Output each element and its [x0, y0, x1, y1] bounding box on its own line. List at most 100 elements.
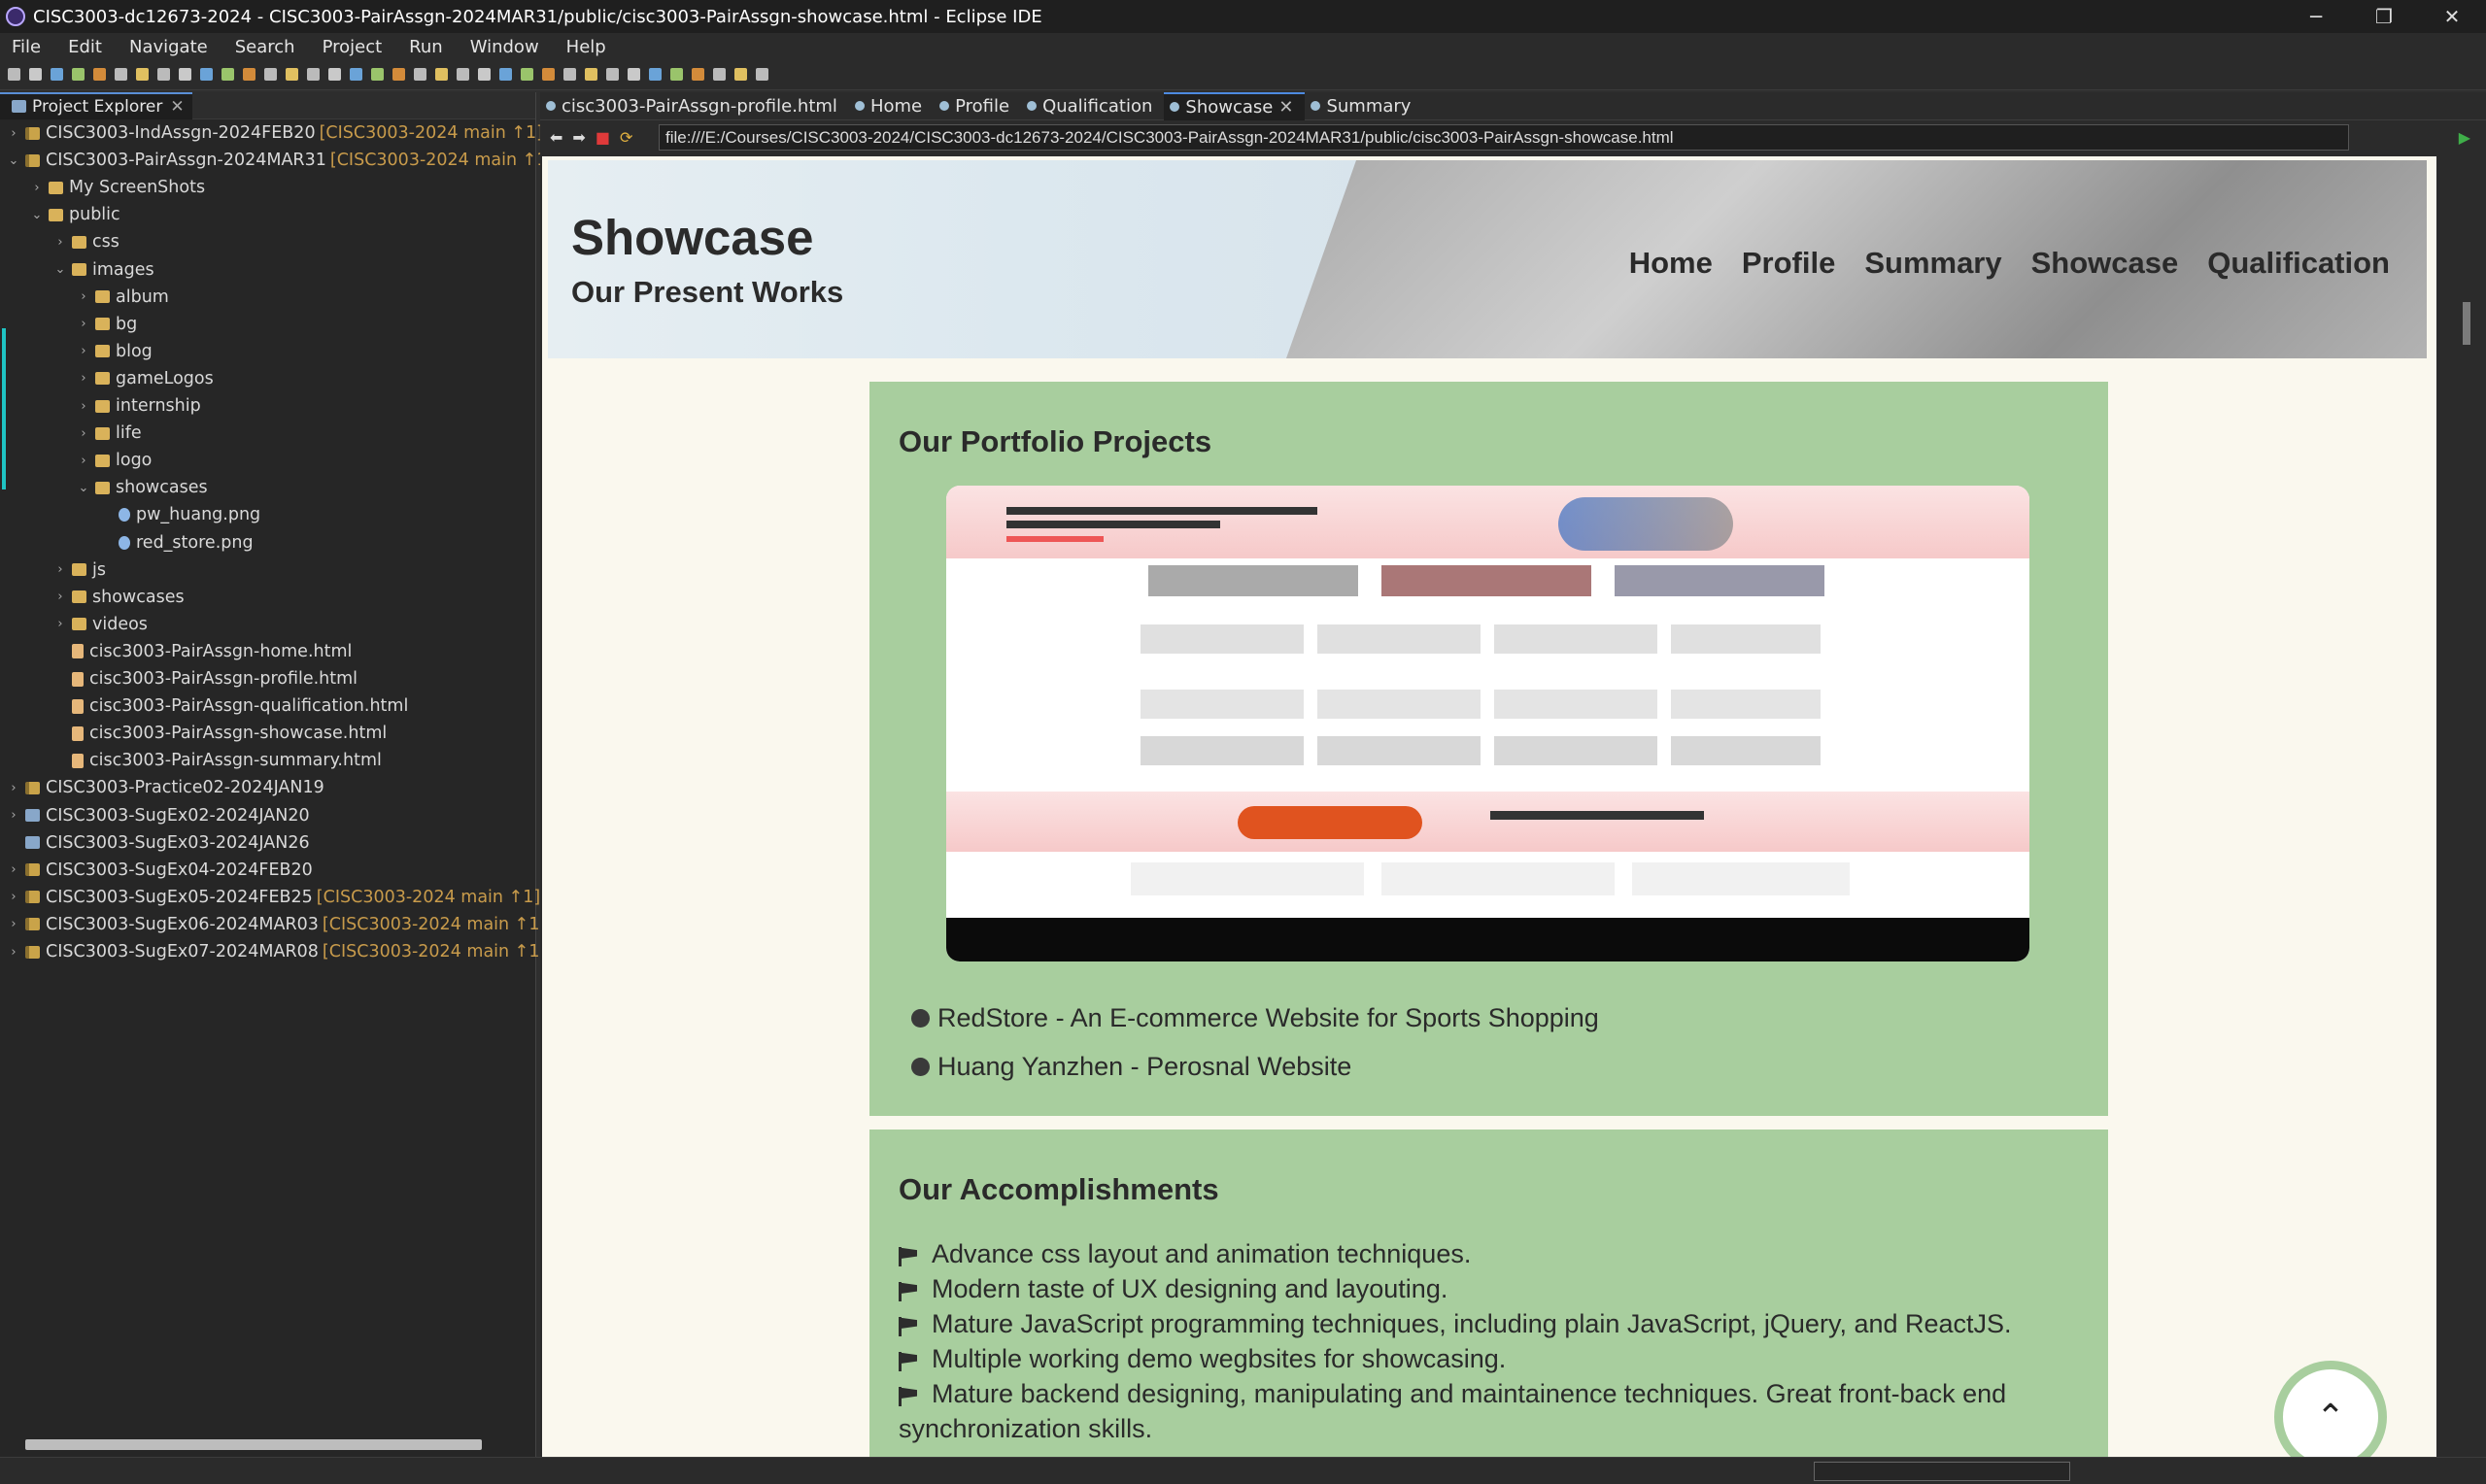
- toolbar-icon[interactable]: [435, 68, 448, 81]
- toolbar-icon[interactable]: [670, 68, 683, 81]
- tree-item[interactable]: › CISC3003-Practice02-2024JAN19: [6, 774, 324, 801]
- tree-item[interactable]: pw_huang.png: [99, 501, 260, 528]
- toolbar-icon[interactable]: [115, 68, 127, 81]
- chevron-right-icon[interactable]: ›: [76, 344, 91, 358]
- tree-item[interactable]: › CISC3003-IndAssgn-2024FEB20 [CISC3003-20…: [6, 119, 543, 147]
- chevron-down-icon[interactable]: ⌄: [52, 262, 68, 277]
- nav-summary[interactable]: Summary: [1864, 246, 2001, 281]
- chevron-right-icon[interactable]: ›: [52, 562, 68, 577]
- menu-navigate[interactable]: Navigate: [129, 37, 208, 57]
- toolbar-icon[interactable]: [563, 68, 576, 81]
- toolbar-icon[interactable]: [756, 68, 768, 81]
- forward-icon[interactable]: ➡: [572, 128, 585, 147]
- tree-item[interactable]: › css: [52, 228, 119, 255]
- nav-showcase[interactable]: Showcase: [2031, 246, 2179, 281]
- menu-project[interactable]: Project: [323, 37, 383, 57]
- toolbar-icon[interactable]: [628, 68, 640, 81]
- chevron-down-icon[interactable]: ⌄: [29, 208, 45, 222]
- menu-run[interactable]: Run: [409, 37, 443, 57]
- toolbar-icon[interactable]: [8, 68, 20, 81]
- toolbar-icon[interactable]: [29, 68, 42, 81]
- url-input[interactable]: [659, 124, 2349, 151]
- editor-tab[interactable]: Home: [849, 92, 934, 120]
- toolbar-icon[interactable]: [585, 68, 597, 81]
- tree-item[interactable]: › showcases: [52, 584, 184, 611]
- toolbar-icon[interactable]: [328, 68, 341, 81]
- tree-item[interactable]: › CISC3003-SugEx07-2024MAR08 [CISC3003-202…: [6, 938, 546, 965]
- menu-help[interactable]: Help: [566, 37, 606, 57]
- toolbar-icon[interactable]: [478, 68, 491, 81]
- chevron-right-icon[interactable]: ›: [6, 126, 21, 141]
- toolbar-icon[interactable]: [371, 68, 384, 81]
- toolbar-icon[interactable]: [264, 68, 277, 81]
- chevron-right-icon[interactable]: ›: [6, 945, 21, 960]
- tree-item[interactable]: › videos: [52, 611, 148, 638]
- menu-edit[interactable]: Edit: [68, 37, 102, 57]
- toolbar-icon[interactable]: [734, 68, 747, 81]
- chevron-right-icon[interactable]: ›: [76, 371, 91, 386]
- tree-item[interactable]: ⌄ showcases: [76, 474, 208, 501]
- toolbar-icon[interactable]: [221, 68, 234, 81]
- chevron-right-icon[interactable]: ›: [76, 289, 91, 304]
- toolbar-icon[interactable]: [649, 68, 662, 81]
- back-icon[interactable]: ⬅: [550, 128, 562, 147]
- maximize-icon[interactable]: ❐: [2350, 0, 2418, 33]
- chevron-right-icon[interactable]: ›: [76, 399, 91, 414]
- toolbar-icon[interactable]: [414, 68, 426, 81]
- chevron-right-icon[interactable]: ›: [52, 590, 68, 604]
- chevron-right-icon[interactable]: ›: [6, 808, 21, 823]
- explorer-horizontal-scrollbar[interactable]: [25, 1439, 482, 1450]
- toolbar-icon[interactable]: [243, 68, 255, 81]
- toolbar-icon[interactable]: [136, 68, 149, 81]
- toolbar-icon[interactable]: [713, 68, 726, 81]
- minimize-icon[interactable]: ─: [2282, 0, 2350, 33]
- tree-item[interactable]: ⌄ images: [52, 256, 154, 284]
- toolbar-icon[interactable]: [72, 68, 85, 81]
- tree-item[interactable]: cisc3003-PairAssgn-qualification.html: [52, 692, 408, 720]
- tree-item[interactable]: cisc3003-PairAssgn-showcase.html: [52, 720, 387, 747]
- tree-item[interactable]: › js: [52, 556, 106, 584]
- go-icon[interactable]: ▶: [2459, 128, 2470, 147]
- toolbar-icon[interactable]: [286, 68, 298, 81]
- nav-home[interactable]: Home: [1629, 246, 1713, 281]
- editor-tab[interactable]: Profile: [934, 92, 1021, 120]
- chevron-right-icon[interactable]: ›: [6, 781, 21, 795]
- toolbar-icon[interactable]: [350, 68, 362, 81]
- editor-tab[interactable]: Qualification: [1021, 92, 1164, 120]
- tree-item[interactable]: › CISC3003-SugEx04-2024FEB20: [6, 857, 312, 884]
- chevron-right-icon[interactable]: ›: [52, 235, 68, 250]
- nav-profile[interactable]: Profile: [1742, 246, 1835, 281]
- stop-icon[interactable]: ■: [596, 128, 610, 147]
- menu-window[interactable]: Window: [470, 37, 539, 57]
- chevron-right-icon[interactable]: ›: [6, 890, 21, 904]
- tree-item[interactable]: › CISC3003-SugEx06-2024MAR03 [CISC3003-202…: [6, 911, 546, 938]
- toolbar-icon[interactable]: [499, 68, 512, 81]
- close-icon[interactable]: ✕: [2418, 0, 2486, 33]
- tree-item[interactable]: › logo: [76, 447, 152, 474]
- back-to-top-button[interactable]: ⌃: [2274, 1361, 2387, 1457]
- chevron-right-icon[interactable]: ›: [52, 617, 68, 631]
- editor-tab[interactable]: cisc3003-PairAssgn-profile.html: [540, 92, 849, 120]
- editor-tab[interactable]: Summary: [1305, 92, 1422, 120]
- tree-item[interactable]: › My ScreenShots: [29, 174, 205, 201]
- toolbar-icon[interactable]: [392, 68, 405, 81]
- nav-qualification[interactable]: Qualification: [2207, 246, 2390, 281]
- toolbar-icon[interactable]: [457, 68, 469, 81]
- toolbar-icon[interactable]: [521, 68, 533, 81]
- chevron-right-icon[interactable]: ›: [6, 917, 21, 931]
- tree-item[interactable]: cisc3003-PairAssgn-profile.html: [52, 665, 358, 692]
- toolbar-icon[interactable]: [542, 68, 555, 81]
- toolbar-icon[interactable]: [93, 68, 106, 81]
- tree-item[interactable]: CISC3003-SugEx03-2024JAN26: [6, 829, 310, 857]
- chevron-right-icon[interactable]: ›: [6, 862, 21, 877]
- chevron-right-icon[interactable]: ›: [76, 454, 91, 468]
- toolbar-icon[interactable]: [51, 68, 63, 81]
- toolbar-icon[interactable]: [606, 68, 619, 81]
- tree-item[interactable]: › life: [76, 420, 141, 447]
- menu-file[interactable]: File: [12, 37, 41, 57]
- toolbar-icon[interactable]: [307, 68, 320, 81]
- project-link-personal-website[interactable]: Huang Yanzhen - Perosnal Website: [911, 1052, 1351, 1082]
- chevron-down-icon[interactable]: ⌄: [6, 153, 21, 168]
- tree-item[interactable]: › CISC3003-SugEx05-2024FEB25 [CISC3003-202…: [6, 884, 540, 911]
- tree-item[interactable]: › album: [76, 284, 168, 311]
